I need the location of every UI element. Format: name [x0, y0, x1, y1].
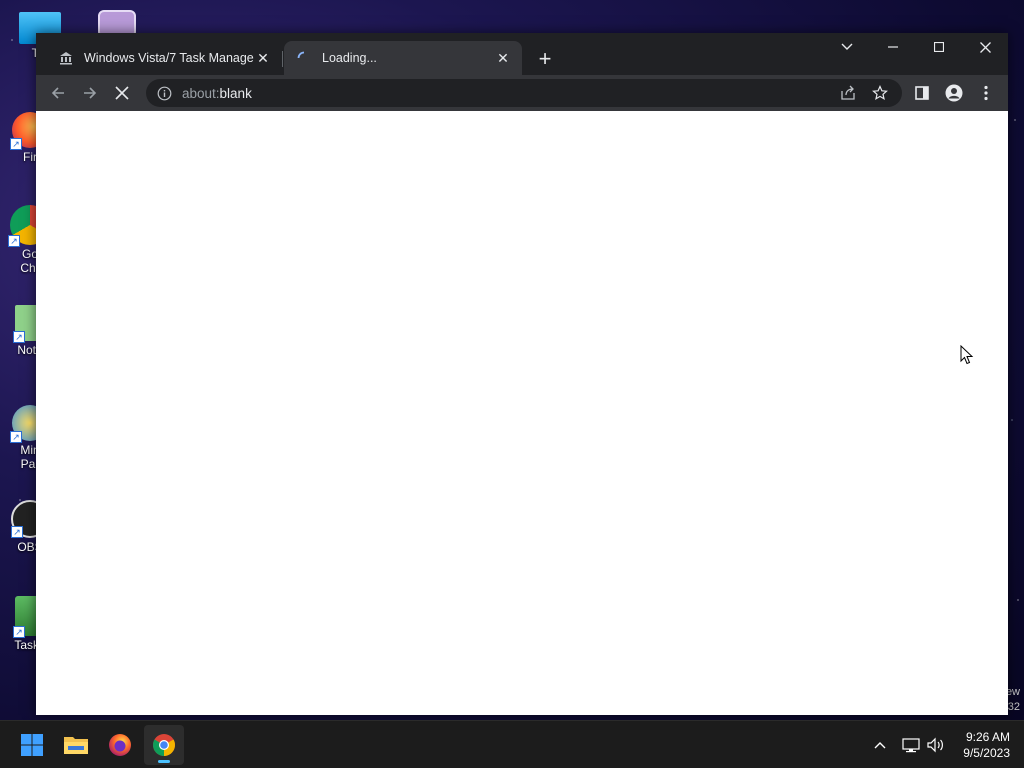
tab-title: Windows Vista/7 Task Manager : — [84, 51, 254, 65]
speaker-icon — [927, 737, 943, 753]
browser-toolbar: about:blank — [36, 75, 1008, 111]
arrow-right-icon — [84, 87, 97, 99]
taskbar-chrome[interactable] — [144, 725, 184, 765]
share-icon[interactable] — [838, 83, 858, 103]
tab-search-button[interactable] — [824, 33, 870, 61]
arrow-left-icon — [51, 87, 64, 99]
folder-icon — [64, 737, 88, 754]
maximize-button[interactable] — [916, 33, 962, 61]
chevron-up-icon — [874, 742, 886, 749]
address-text: about:blank — [182, 86, 252, 101]
clock-time: 9:26 AM — [965, 730, 1010, 744]
new-tab-button[interactable]: + — [532, 46, 558, 72]
stop-loading-button[interactable] — [108, 79, 136, 107]
taskbar-file-explorer[interactable] — [56, 725, 96, 765]
tab-separator — [282, 51, 283, 67]
back-button[interactable] — [44, 79, 72, 107]
taskbar-firefox[interactable] — [100, 725, 140, 765]
chrome-icon — [153, 734, 175, 756]
shortcut-arrow-icon: ↗ — [13, 626, 25, 638]
mouse-cursor-icon — [960, 345, 974, 365]
network-icon — [902, 738, 920, 753]
tab-title: Loading... — [322, 51, 377, 65]
minimize-icon — [888, 46, 898, 48]
tab-close-icon[interactable]: ✕ — [494, 49, 512, 67]
taskbar: 9:26 AM 9/5/2023 — [0, 720, 1024, 768]
shortcut-arrow-icon: ↗ — [11, 526, 23, 538]
minimize-button[interactable] — [870, 33, 916, 61]
show-hidden-icons-button[interactable] — [868, 733, 892, 757]
start-button[interactable] — [12, 725, 52, 765]
museum-icon — [58, 50, 74, 66]
desktop-edge-text: ew — [1005, 686, 1020, 698]
stop-icon — [115, 86, 129, 100]
shortcut-arrow-icon: ↗ — [10, 431, 22, 443]
page-content-blank[interactable] — [36, 111, 1008, 715]
tab-task-manager[interactable]: Windows Vista/7 Task Manager : ✕ — [46, 41, 282, 75]
profile-button[interactable] — [940, 79, 968, 107]
shortcut-arrow-icon: ↗ — [10, 138, 22, 150]
more-vertical-icon — [984, 85, 988, 101]
tab-loading[interactable]: Loading... ✕ — [284, 41, 522, 75]
chrome-window: Windows Vista/7 Task Manager : ✕ Loading… — [36, 33, 1008, 715]
tab-close-icon[interactable]: ✕ — [254, 49, 272, 67]
chevron-down-icon — [841, 43, 853, 50]
shortcut-arrow-icon: ↗ — [8, 235, 20, 247]
maximize-icon — [934, 42, 944, 52]
volume-button[interactable] — [924, 733, 948, 757]
plus-icon: + — [538, 46, 552, 71]
bookmark-star-icon[interactable] — [870, 83, 890, 103]
info-icon[interactable] — [156, 85, 172, 101]
url-scheme: about: — [182, 85, 220, 101]
network-button[interactable] — [899, 733, 923, 757]
shortcut-arrow-icon: ↗ — [13, 331, 25, 343]
windows-start-icon — [21, 734, 43, 756]
tab-strip: Windows Vista/7 Task Manager : ✕ Loading… — [36, 33, 1008, 75]
close-icon — [979, 41, 991, 53]
profile-avatar-icon — [945, 84, 963, 102]
close-window-button[interactable] — [962, 33, 1008, 61]
forward-button[interactable] — [76, 79, 104, 107]
loading-spinner-icon — [296, 50, 312, 66]
desktop-edge-text: 32 — [1007, 701, 1020, 713]
side-panel-button[interactable] — [908, 79, 936, 107]
side-panel-icon — [915, 86, 929, 100]
menu-button[interactable] — [972, 79, 1000, 107]
address-bar[interactable]: about:blank — [146, 79, 902, 107]
firefox-icon — [109, 734, 131, 756]
active-app-indicator — [158, 760, 170, 763]
clock-date: 9/5/2023 — [963, 746, 1010, 760]
url-path: blank — [219, 85, 252, 101]
taskbar-clock[interactable]: 9:26 AM 9/5/2023 — [963, 729, 1010, 761]
